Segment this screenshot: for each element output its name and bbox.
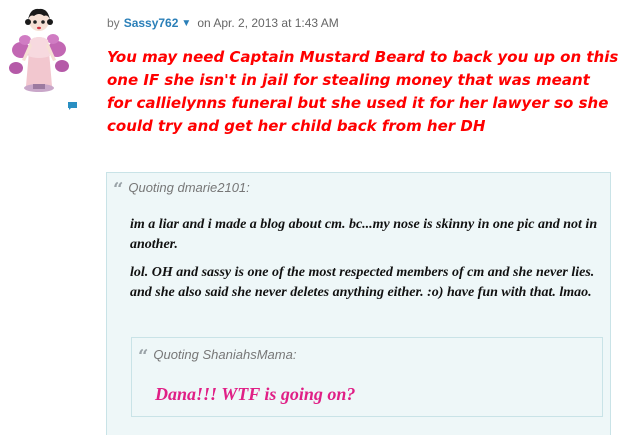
quote-paragraph: lol. OH and sassy is one of the most res…	[130, 265, 595, 300]
post-body: You may need Captain Mustard Beard to ba…	[107, 48, 619, 135]
quote-text: Dana!!! WTF is going on?	[155, 384, 356, 404]
quote-header: “ Quoting dmarie2101:	[113, 179, 250, 200]
quote-paragraph: im a liar and i made a blog about cm. bc…	[130, 217, 598, 252]
author-prefix: by	[107, 16, 120, 30]
post-date: on Apr. 2, 2013 at 1:43 AM	[197, 16, 339, 30]
comment-post: by Sassy762 ▼ on Apr. 2, 2013 at 1:43 AM Yo…	[0, 0, 621, 435]
quote-block-inner: “ Quoting ShaniahsMama: Dana!!! WTF is go…	[131, 337, 603, 417]
chevron-down-icon[interactable]: ▼	[181, 18, 191, 29]
quote-text: im a liar and i made a blog about cm. bc…	[130, 215, 608, 311]
comment-bubble-icon[interactable]	[68, 97, 77, 110]
author-link[interactable]: Sassy762	[124, 16, 179, 30]
quote-mark-icon: “	[113, 179, 124, 200]
quote-author-label: Quoting ShaniahsMama:	[153, 347, 297, 362]
quote-block-outer: “ Quoting dmarie2101: im a liar and i mad…	[106, 172, 611, 435]
quote-header: “ Quoting ShaniahsMama:	[138, 346, 296, 367]
post-meta: by Sassy762 ▼ on Apr. 2, 2013 at 1:43 AM	[107, 16, 339, 30]
quote-author-label: Quoting dmarie2101:	[128, 180, 250, 195]
user-avatar[interactable]	[8, 4, 70, 96]
betty-boop-avatar-icon	[9, 8, 69, 92]
quote-mark-icon: “	[138, 346, 149, 367]
